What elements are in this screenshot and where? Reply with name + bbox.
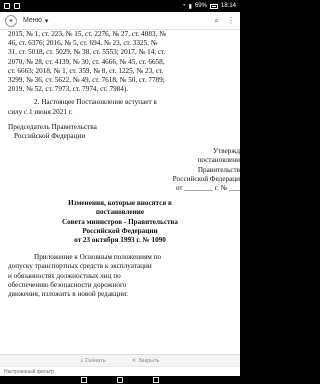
download-button[interactable]: ⤓ Скачать (81, 357, 106, 364)
annex-line: обеспечению безопасности дорожного (8, 280, 127, 289)
annex-line: и обязанностях должностных лиц по (8, 271, 121, 280)
approval-line: от ________ г. № ___ (175, 184, 240, 193)
download-icon (14, 3, 20, 9)
menu-button[interactable]: Меню ▾ (23, 17, 48, 25)
recents-icon[interactable] (153, 377, 159, 383)
filter-bar[interactable]: Настроенный фильтр (0, 366, 240, 376)
title-line: Российской Федерации (82, 226, 158, 235)
signal-icon: ▮ (188, 3, 192, 10)
filter-label: Настроенный фильтр (4, 368, 54, 375)
title-line: постановление (95, 208, 145, 217)
download-icon: ⤓ (80, 357, 83, 363)
close-button[interactable]: ✕ Закрыть (132, 358, 160, 364)
title-line: от 23 октября 1993 г. № 1090 (74, 236, 166, 245)
search-icon[interactable]: ⌕ (215, 16, 219, 26)
doc-line: 2070, № 28, ст. 4139, № 30, ст. 4666, № … (8, 57, 165, 66)
doc-line: 2019, № 52, ст. 7973, ст. 7974, ст. 7984… (8, 85, 129, 94)
close-icon: ✕ (131, 357, 137, 364)
wifi-icon: ◔ (182, 3, 186, 9)
approval-line: постановлени (197, 156, 240, 165)
system-nav-bar (0, 376, 240, 384)
app-bar: ✦ Меню ▾ ⌕ ⋮ (0, 12, 240, 30)
back-icon[interactable] (81, 377, 87, 383)
annex-line: допуску транспортных средств к эксплуата… (8, 262, 152, 271)
approval-block: Утвержд постановлени Правительств Россий… (0, 147, 240, 193)
document-toolbar: ⤓ Скачать ✕ Закрыть (0, 354, 240, 366)
battery-percent: 69% (194, 3, 207, 9)
clause-2-line: 2. Настоящее Постановление вступает в (34, 98, 157, 107)
approval-line: Утвержд (213, 147, 240, 156)
clause-2-line: силу с 1 июня 2021 г. (8, 107, 73, 116)
annex-line: движения, изложить в новой редакции: (8, 290, 129, 299)
signature-line: Российской Федерации (14, 132, 86, 141)
menu-label: Меню (23, 17, 42, 24)
doc-line: 31, ст. 5018, ст. 5029, № 38, ст. 5553; … (8, 48, 166, 57)
battery-icon (209, 3, 218, 9)
title-line: Изменения, которые вносятся в (68, 199, 172, 208)
status-bar: ◔ ▮ 69% 18:14 (0, 0, 240, 12)
doc-line: 46, ст. 6376; 2016, № 5, ст. 694, № 23, … (8, 39, 158, 48)
doc-line: 3299, № 36, ст. 5622, № 49, ст. 7618, № … (8, 76, 165, 85)
more-icon[interactable]: ⋮ (227, 16, 235, 26)
annex-line: Приложение к Основным положениям по (34, 253, 162, 262)
signature-block: Председатель Правительства Российской Фе… (0, 123, 240, 141)
signature-line: Председатель Правительства (8, 122, 97, 131)
doc-line: ст. 6663; 2018, № 1, ст. 359, № 8, ст. 1… (8, 66, 164, 75)
chevron-down-icon: ▾ (44, 17, 49, 25)
home-icon[interactable] (117, 377, 123, 383)
emblem-icon: ✦ (5, 14, 17, 27)
notification-icon (4, 3, 10, 9)
approval-line: Российской Федераци (172, 174, 240, 183)
clock: 18:14 (220, 3, 236, 9)
close-label: Закрыть (138, 357, 160, 364)
approval-line: Правительств (197, 165, 240, 174)
title-line: Совета министров - Правительства (61, 217, 179, 226)
download-label: Скачать (85, 357, 106, 364)
document-title: Изменения, которые вносятся в постановле… (0, 199, 240, 245)
document-view[interactable]: 2015, № 1, ст. 223, № 15, ст. 2276, № 27… (0, 30, 240, 354)
doc-line: 2015, № 1, ст. 223, № 15, ст. 2276, № 27… (8, 30, 167, 38)
